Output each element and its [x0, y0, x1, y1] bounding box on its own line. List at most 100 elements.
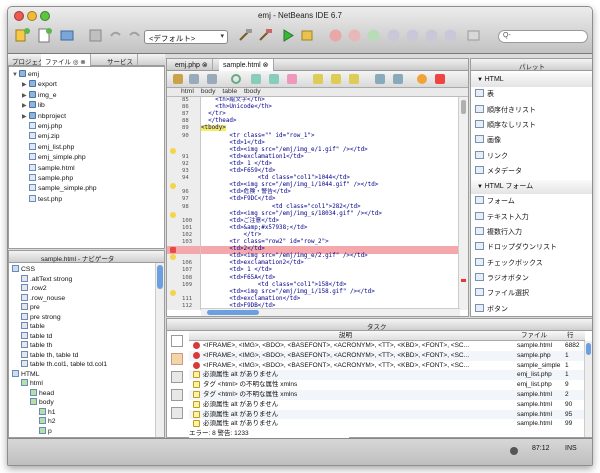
hint-lightbulb-icon[interactable]	[170, 211, 176, 218]
build-icon-button[interactable]	[236, 26, 255, 45]
tab-sample-html[interactable]: sample.html ⊗	[219, 59, 274, 71]
palette-item[interactable]: 順序なしリスト	[471, 119, 592, 133]
code-area[interactable]: <th>絵文字</th> <th>Unicode</th> </tr> </th…	[201, 97, 460, 310]
tree-item[interactable]: emj_list.php	[22, 142, 74, 152]
tree-item[interactable]: ▶ nbproject	[22, 111, 66, 122]
navigator-item[interactable]: pre strong	[21, 312, 61, 322]
col-file[interactable]: ファイル	[521, 331, 547, 341]
task-row[interactable]: 必須属性 alt がありません sample.html 90	[189, 399, 585, 410]
palette-item[interactable]: テキスト入力	[471, 211, 592, 225]
col-line[interactable]: 行	[567, 331, 574, 341]
tasks-scrollbar[interactable]	[584, 341, 592, 437]
back-icon[interactable]	[207, 74, 217, 84]
task-row[interactable]: 必須属性 alt がありません sample.html 95	[189, 409, 585, 420]
editor-horizontal-scrollbar[interactable]	[201, 308, 460, 316]
error-stripe-mark[interactable]	[461, 279, 466, 282]
palette-item[interactable]: ドロップダウンリスト	[471, 241, 592, 255]
toggle-highlight-icon[interactable]	[287, 74, 297, 84]
step-into-button[interactable]	[403, 26, 422, 45]
breadcrumb[interactable]: html body table tbody	[167, 88, 468, 97]
history-icon[interactable]	[189, 74, 199, 84]
palette-item[interactable]: フォーム	[471, 195, 592, 209]
hint-lightbulb-icon[interactable]	[170, 289, 176, 296]
tree-item[interactable]: ▶ lib	[22, 101, 45, 110]
tree-item[interactable]: emj.zip	[22, 132, 60, 141]
tree-item[interactable]: emj.php	[22, 122, 62, 131]
navigator-item[interactable]: h2	[39, 417, 56, 426]
navigator-item[interactable]: p	[39, 426, 52, 436]
navigator-item[interactable]: CSS	[12, 265, 35, 274]
toggle-bookmark-icon[interactable]	[313, 74, 323, 84]
tab-emj-php[interactable]: emj.php ⊗	[171, 59, 213, 71]
scope-icon[interactable]	[171, 353, 183, 365]
step-over-button[interactable]	[384, 26, 403, 45]
run-button[interactable]	[278, 26, 297, 45]
tree-item[interactable]: sample_simple.php	[22, 184, 97, 193]
navigator-item[interactable]: h1	[39, 407, 56, 417]
continue-button[interactable]	[364, 26, 383, 45]
navigator-item[interactable]: head	[30, 388, 54, 398]
tree-item[interactable]: sample.php	[22, 174, 73, 183]
navigator-item[interactable]: .row_nouse	[21, 293, 65, 303]
expand-down-icon[interactable]: ▼	[12, 71, 19, 80]
navigator-item[interactable]: table th, table td	[21, 350, 78, 360]
navigator-item[interactable]: .row2	[21, 284, 47, 293]
palette-item[interactable]: チェックボックス	[471, 257, 592, 271]
source-view-icon[interactable]	[173, 74, 183, 84]
expand-right-icon[interactable]: ▶	[22, 113, 29, 122]
palette-item[interactable]: 表	[471, 88, 592, 102]
navigator-item[interactable]: html	[21, 379, 43, 388]
task-row[interactable]: 必須属性 alt がありません emj_list.php 1	[189, 370, 585, 381]
new-project-button[interactable]	[13, 26, 32, 45]
pause-button[interactable]	[345, 26, 364, 45]
palette-item[interactable]: ファイル選択	[471, 287, 592, 301]
tree-item[interactable]: ▶ export	[22, 80, 57, 89]
palette-item[interactable]: ボタン	[471, 303, 592, 317]
save-all-button[interactable]	[86, 26, 105, 45]
palette-item[interactable]: リンク	[471, 150, 592, 164]
tab-files[interactable]: ファイル ◎ ⊗	[41, 54, 91, 66]
group-icon[interactable]	[171, 371, 183, 383]
palette-item[interactable]: メタデータ	[471, 165, 592, 179]
navigator-item[interactable]: .altText strong	[21, 274, 72, 284]
shift-right-icon[interactable]	[393, 74, 403, 84]
task-row[interactable]: 必須属性 alt がありません sample.html 99	[189, 419, 585, 430]
shift-left-icon[interactable]	[375, 74, 385, 84]
find-previous-icon[interactable]	[251, 74, 261, 84]
navigator-item[interactable]: pre	[21, 303, 40, 312]
next-bookmark-icon[interactable]	[331, 74, 341, 84]
navigator-item[interactable]: table th	[21, 341, 52, 350]
task-row[interactable]: <IFRAME>, <IMG>, <BDO>, <BASEFONT>, <ACR…	[189, 350, 585, 361]
task-row[interactable]: <IFRAME>, <IMG>, <BDO>, <BASEFONT>, <ACR…	[189, 341, 585, 351]
options-icon[interactable]	[171, 407, 183, 419]
debug-button[interactable]	[298, 26, 317, 45]
tree-item[interactable]: emj_simple.php	[22, 153, 86, 162]
task-row[interactable]: タグ <html> の不明な属性 xmlns sample.html 2	[189, 390, 585, 400]
navigator-item[interactable]: table th.col1, table td.col1	[21, 360, 107, 369]
tree-item[interactable]: test.php	[22, 194, 62, 204]
hint-lightbulb-icon[interactable]	[170, 147, 176, 154]
navigator-item[interactable]: HTML	[12, 369, 40, 379]
expand-right-icon[interactable]: ▶	[22, 92, 29, 101]
task-row[interactable]: タグ <html> の不明な属性 xmlns emj_list.php 9	[189, 380, 585, 390]
palette-item[interactable]: ラジオボタン	[471, 272, 592, 286]
palette-category[interactable]: ▼ HTML	[471, 73, 592, 87]
redo-button[interactable]	[125, 26, 144, 45]
navigator-item[interactable]: body	[30, 398, 54, 407]
expand-right-icon[interactable]: ▶	[22, 102, 29, 111]
tree-item[interactable]: ▼ emj	[12, 70, 39, 79]
palette-category[interactable]: ▼ HTML フォーム	[471, 180, 592, 195]
filter-icon[interactable]	[171, 335, 183, 347]
tab-services[interactable]: サービス	[103, 54, 138, 66]
find-next-icon[interactable]	[269, 74, 279, 84]
undo-button[interactable]	[106, 26, 125, 45]
search-input[interactable]: Q-	[498, 30, 588, 43]
palette-item[interactable]: 順序付きリスト	[471, 104, 592, 118]
category-icon[interactable]	[171, 389, 183, 401]
notification-icon[interactable]	[510, 447, 518, 455]
palette-item[interactable]: 複数行入力	[471, 226, 592, 240]
start-macro-icon[interactable]	[417, 74, 427, 84]
new-file-button[interactable]	[35, 26, 54, 45]
editor-vertical-scrollbar[interactable]	[458, 97, 468, 310]
tree-item[interactable]: ▶ img_e	[22, 90, 57, 101]
